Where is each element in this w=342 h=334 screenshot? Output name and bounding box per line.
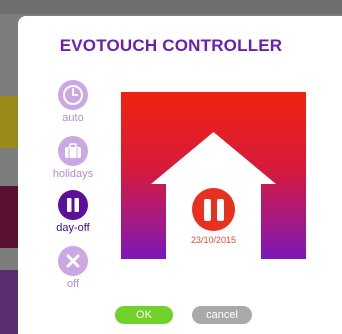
controller-dialog: EVOTOUCH CONTROLLER auto holidays day-of…: [18, 16, 342, 334]
status-date: 23/10/2015: [190, 235, 237, 245]
mode-label: day-off: [56, 222, 90, 234]
background-top-bar: [0, 0, 342, 14]
pause-icon: [58, 190, 88, 220]
close-icon: [58, 246, 88, 276]
house-icon: [151, 132, 276, 259]
mode-label: holidays: [52, 168, 94, 180]
ok-button[interactable]: OK: [115, 306, 173, 324]
status-pause-icon: [192, 188, 235, 231]
suitcase-icon: [58, 136, 88, 166]
dialog-title: EVOTOUCH CONTROLLER: [59, 36, 283, 55]
mode-holidays[interactable]: holidays: [51, 136, 95, 180]
mode-day-off[interactable]: day-off: [51, 190, 95, 234]
status-panel: 23/10/2015: [121, 92, 306, 259]
mode-label: auto: [62, 112, 84, 124]
clock-icon: [58, 80, 88, 110]
mode-label: off: [66, 278, 80, 290]
mode-auto[interactable]: auto: [51, 80, 95, 124]
mode-off[interactable]: off: [51, 246, 95, 290]
cancel-button[interactable]: cancel: [192, 306, 252, 324]
